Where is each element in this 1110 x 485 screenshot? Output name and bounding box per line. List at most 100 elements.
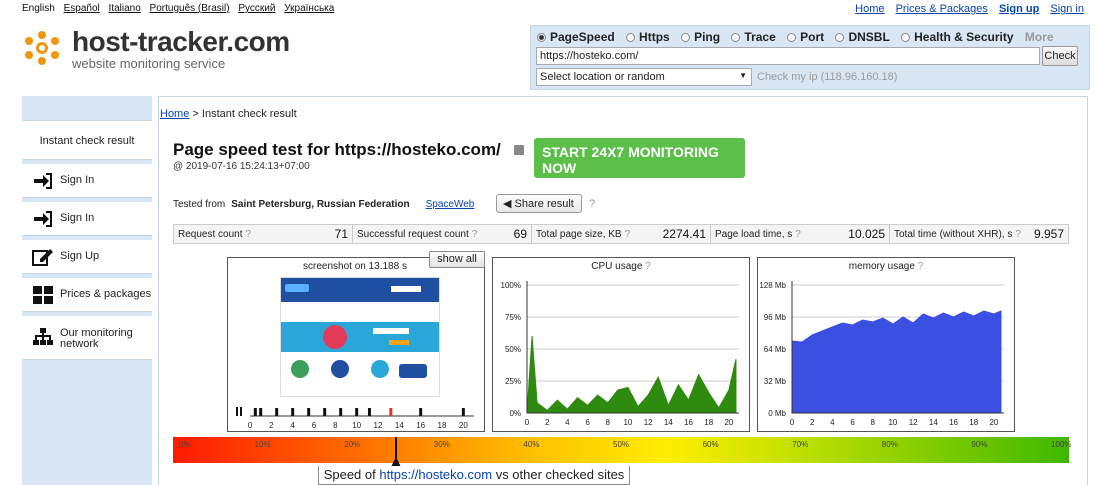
website-thumbnail[interactable] bbox=[280, 277, 440, 397]
x-tick-label: 4 bbox=[830, 418, 835, 427]
mode-health-security[interactable]: Health & Security bbox=[901, 30, 1014, 44]
lang-italiano[interactable]: Italiano bbox=[109, 3, 141, 14]
prices-link[interactable]: Prices & Packages bbox=[896, 3, 988, 15]
help-icon[interactable]: ? bbox=[625, 229, 631, 240]
cta-sub-text: 30-DAY FREE TRIAL, SIGN-UP IN 30 SECONDS bbox=[542, 178, 719, 187]
screenshot-frame-mark bbox=[355, 408, 359, 416]
sidebar-item-prices[interactable]: Prices & packages bbox=[22, 278, 152, 312]
lang-english[interactable]: English bbox=[22, 3, 55, 14]
brand-title[interactable]: host-tracker.com bbox=[72, 26, 290, 58]
lang-ukrainian[interactable]: Українська bbox=[284, 3, 334, 14]
x-tick-label: 0 bbox=[790, 418, 795, 427]
mode-ping[interactable]: Ping bbox=[681, 30, 720, 44]
mode-port[interactable]: Port bbox=[787, 30, 824, 44]
x-tick-label: 4 bbox=[565, 418, 570, 427]
screenshot-frame-mark bbox=[339, 408, 343, 416]
x-tick-label: 20 bbox=[459, 421, 468, 430]
x-tick-label: 14 bbox=[664, 418, 673, 427]
radio-icon[interactable] bbox=[787, 33, 797, 42]
location-select[interactable]: Select location or random ▼ bbox=[536, 68, 752, 86]
x-tick-label: 14 bbox=[929, 418, 938, 427]
x-tick-label: 16 bbox=[949, 418, 958, 427]
y-tick-label: 0 Mb bbox=[768, 409, 786, 418]
external-link-icon[interactable] bbox=[514, 145, 524, 155]
network-icon bbox=[33, 328, 53, 345]
speed-tick-label: 10% bbox=[254, 440, 271, 449]
signin-link[interactable]: Sign in bbox=[1050, 3, 1084, 15]
mode-dnsbl[interactable]: DNSBL bbox=[835, 30, 890, 44]
sidebar-item-instant-check[interactable]: Instant check result bbox=[22, 120, 152, 160]
tested-from: Tested from Saint Petersburg, Russian Fed… bbox=[173, 199, 475, 210]
mode-pagespeed[interactable]: PageSpeed bbox=[537, 30, 615, 44]
url-input[interactable]: https://hosteko.com/ bbox=[536, 47, 1040, 65]
more-modes-link[interactable]: More bbox=[1025, 30, 1054, 44]
provider-link[interactable]: SpaceWeb bbox=[426, 199, 475, 210]
mode-https[interactable]: Https bbox=[626, 30, 670, 44]
radio-icon[interactable] bbox=[901, 33, 911, 42]
speed-tick-label: 60% bbox=[702, 440, 719, 449]
radio-icon[interactable] bbox=[681, 33, 691, 42]
radio-icon[interactable] bbox=[626, 33, 636, 42]
x-tick-label: 6 bbox=[585, 418, 590, 427]
check-modes: PageSpeed Https Ping Trace Port DNSBL He… bbox=[537, 30, 1054, 44]
x-tick-label: 12 bbox=[374, 421, 383, 430]
grid-icon bbox=[33, 286, 53, 304]
x-tick-label: 4 bbox=[290, 421, 295, 430]
tested-location: Saint Petersburg, Russian Federation bbox=[231, 199, 410, 210]
x-tick-label: 18 bbox=[438, 421, 447, 430]
language-bar: English Español Italiano Português (Bras… bbox=[22, 3, 340, 14]
cpu-chart-panel: CPU usage ? 0% 25% 50% 75% 100% 0 2 4 6 8 10 12 14 16… bbox=[492, 257, 750, 432]
sidebar-item-label: Sign In bbox=[60, 174, 95, 186]
radio-icon[interactable] bbox=[537, 33, 546, 42]
speed-tick-label: 30% bbox=[433, 440, 450, 449]
x-tick-label: 12 bbox=[909, 418, 918, 427]
x-tick-label: 0 bbox=[525, 418, 530, 427]
sidebar-item-label: Our monitoring network bbox=[60, 327, 133, 350]
show-all-button[interactable]: show all bbox=[429, 251, 485, 268]
share-result-button[interactable]: ◀ Share result bbox=[496, 194, 582, 213]
home-link[interactable]: Home bbox=[855, 3, 884, 15]
lang-espanol[interactable]: Español bbox=[64, 3, 100, 14]
breadcrumb-home[interactable]: Home bbox=[160, 108, 189, 120]
y-tick-label: 64 Mb bbox=[764, 345, 787, 354]
logo-icon[interactable] bbox=[22, 30, 62, 66]
speed-tick-label: 70% bbox=[792, 440, 809, 449]
screenshot-frame-mark bbox=[323, 408, 327, 416]
sidebar-item-sign-in[interactable]: Sign In bbox=[22, 164, 152, 198]
sidebar-item-network[interactable]: Our monitoring network bbox=[22, 316, 152, 360]
top-nav: Home Prices & Packages Sign up Sign in bbox=[847, 3, 1084, 15]
sidebar-item-sign-up[interactable]: Sign Up bbox=[22, 240, 152, 274]
cpu-chart: 0% 25% 50% 75% 100% 0 2 4 6 8 10 12 14 16 18 20 bbox=[501, 281, 739, 427]
screenshot-frame-mark bbox=[461, 408, 465, 416]
check-my-ip[interactable]: Check my ip (118.96.160.18) bbox=[757, 71, 897, 83]
screenshot-timeline[interactable]: 0 2 4 6 8 10 12 14 16 18 20 bbox=[228, 398, 486, 432]
speed-caption: Speed of https://hosteko.com vs other ch… bbox=[318, 466, 630, 485]
lang-russian[interactable]: Русский bbox=[238, 3, 275, 14]
sidebar-item-label: Prices & packages bbox=[60, 288, 152, 300]
metric-load-time: Page load time, s? 10.025 bbox=[711, 225, 890, 243]
radio-icon[interactable] bbox=[731, 33, 741, 42]
start-monitoring-button[interactable]: START 24X7 MONITORING NOW 30-DAY FREE TR… bbox=[534, 138, 745, 187]
x-tick-label: 2 bbox=[810, 418, 815, 427]
x-tick-label: 10 bbox=[352, 421, 361, 430]
signup-link[interactable]: Sign up bbox=[999, 3, 1039, 15]
help-icon[interactable]: ? bbox=[472, 229, 478, 240]
metric-page-size: Total page size, KB? 2274.41 bbox=[532, 225, 711, 243]
speed-caption-link[interactable]: https://hosteko.com bbox=[379, 467, 492, 482]
help-icon[interactable]: ? bbox=[795, 229, 801, 240]
help-icon[interactable]: ? bbox=[1015, 229, 1021, 240]
check-button[interactable]: Check bbox=[1042, 46, 1078, 66]
x-tick-label: 0 bbox=[248, 421, 253, 430]
sidebar-item-sign-in-2[interactable]: Sign In bbox=[22, 202, 152, 236]
radio-icon[interactable] bbox=[835, 33, 845, 42]
y-tick-label: 128 Mb bbox=[759, 281, 786, 290]
sign-in-icon bbox=[34, 211, 52, 227]
page-title: Page speed test for https://hosteko.com/ bbox=[173, 140, 501, 159]
speed-marker-icon bbox=[391, 437, 401, 467]
screenshot-frame-mark bbox=[253, 408, 257, 416]
help-icon[interactable]: ? bbox=[246, 229, 252, 240]
help-icon[interactable]: ? bbox=[589, 198, 595, 210]
lang-portugues[interactable]: Português (Brasil) bbox=[150, 3, 230, 14]
mode-trace[interactable]: Trace bbox=[731, 30, 776, 44]
x-tick-label: 6 bbox=[312, 421, 317, 430]
